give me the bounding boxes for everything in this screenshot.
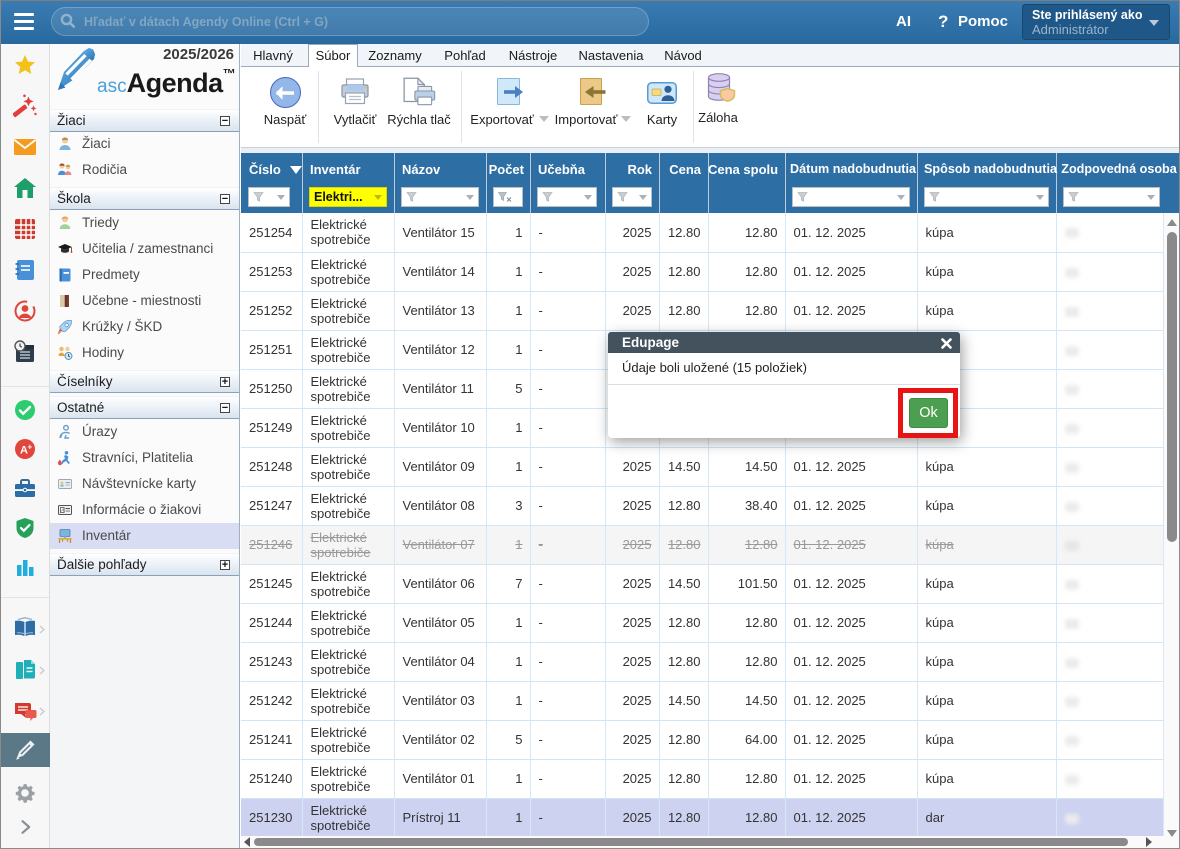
svg-text:+: +	[28, 443, 33, 452]
svg-text:A: A	[61, 508, 64, 513]
